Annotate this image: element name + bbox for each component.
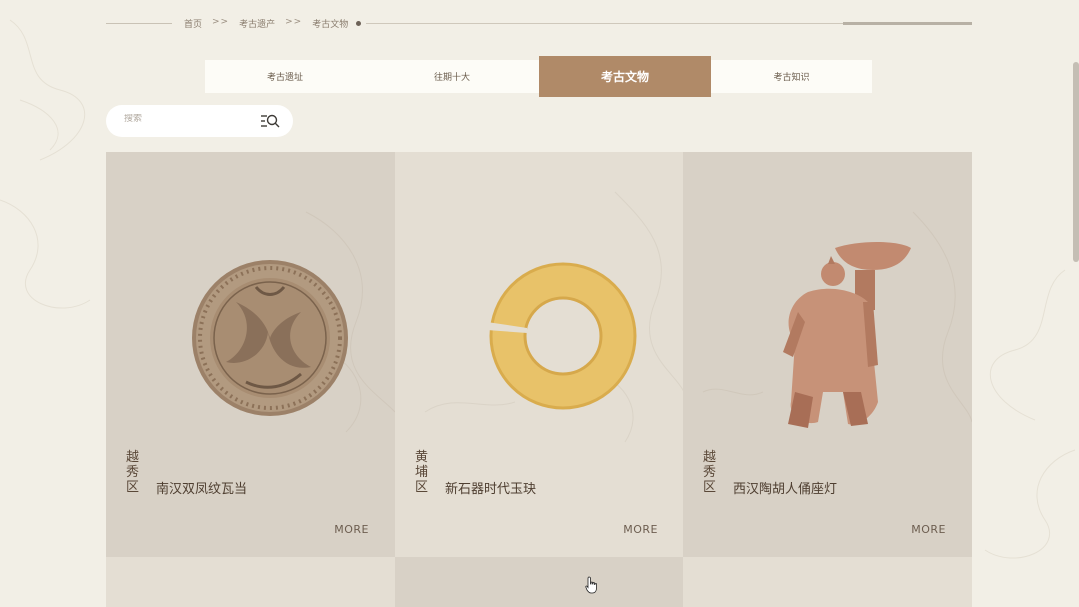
relic-card-partial[interactable] — [395, 557, 683, 607]
relic-card[interactable]: 黄埔区 新石器时代玉玦 MORE — [395, 152, 684, 557]
breadcrumb: 首页 >> 考古遗产 >> 考古文物 — [106, 14, 972, 34]
relic-image-pottery-lamp — [702, 211, 972, 428]
breadcrumb-divider-left — [106, 23, 172, 24]
relic-title: 南汉双凤纹瓦当 — [156, 482, 248, 497]
tab-archaeological-relics[interactable]: 考古文物 — [539, 56, 711, 97]
breadcrumb-trail: 首页 >> 考古遗产 >> 考古文物 — [184, 17, 348, 30]
relic-card[interactable]: 越秀区 西汉陶胡人俑座灯 MORE — [683, 152, 972, 557]
breadcrumb-heritage-link[interactable]: 考古遗产 — [239, 17, 275, 30]
relic-image-tile-end — [192, 211, 395, 433]
more-link[interactable]: MORE — [334, 523, 369, 536]
district-label: 黄埔区 — [415, 450, 429, 495]
tab-archaeological-knowledge[interactable]: 考古知识 — [711, 60, 872, 93]
background-pattern-left — [0, 19, 91, 309]
more-link[interactable]: MORE — [911, 523, 946, 536]
tab-archaeological-sites[interactable]: 考古遗址 — [205, 60, 365, 93]
page-scrollbar[interactable] — [1073, 62, 1079, 262]
more-link[interactable]: MORE — [623, 523, 658, 536]
tab-past-top-ten[interactable]: 往期十大 — [365, 60, 539, 93]
breadcrumb-separator: >> — [212, 17, 230, 27]
relic-title: 西汉陶胡人俑座灯 — [733, 482, 838, 497]
search-list-icon[interactable] — [260, 113, 280, 129]
search-input[interactable] — [124, 114, 244, 124]
relic-image-jade-jue — [424, 191, 684, 443]
relic-title: 新石器时代玉玦 — [445, 482, 537, 497]
breadcrumb-dot — [356, 21, 361, 26]
breadcrumb-separator: >> — [285, 17, 303, 27]
relic-card-partial[interactable] — [106, 557, 395, 607]
relic-card[interactable]: 越秀区 南汉双凤纹瓦当 MORE — [106, 152, 395, 557]
category-tabs: 考古遗址 往期十大 考古文物 考古知识 — [205, 56, 872, 97]
relic-card-partial[interactable] — [683, 557, 972, 607]
search-box — [106, 105, 293, 137]
district-label: 越秀区 — [126, 450, 140, 495]
breadcrumb-progress-accent — [843, 22, 972, 25]
breadcrumb-home-link[interactable]: 首页 — [184, 17, 202, 30]
background-pattern-right — [984, 269, 1076, 559]
district-label: 越秀区 — [703, 450, 717, 495]
hand-cursor-icon — [585, 576, 597, 594]
breadcrumb-current: 考古文物 — [312, 20, 349, 30]
